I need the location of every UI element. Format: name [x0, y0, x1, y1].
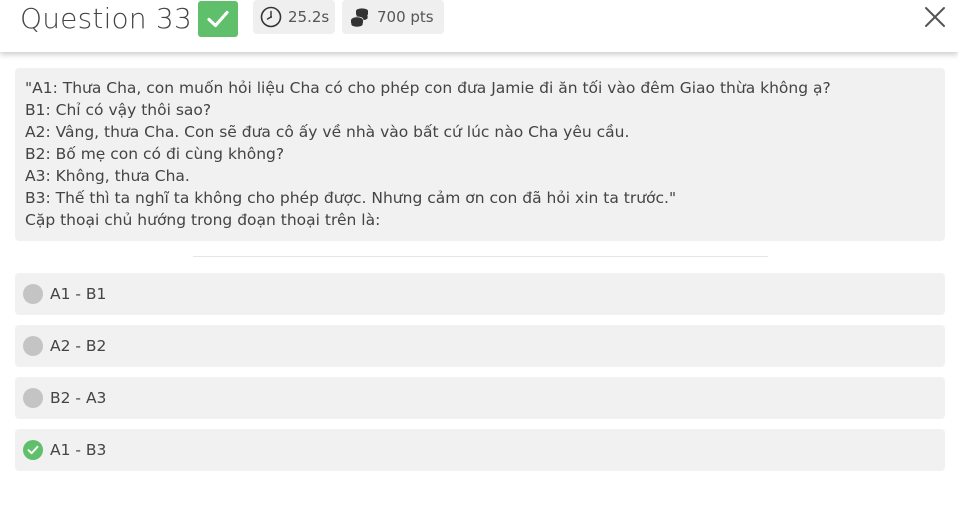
question-header: Question 33 25.2s 700 pts [0, 0, 958, 52]
radio-icon [23, 336, 43, 356]
option-label: A1 - B3 [50, 441, 107, 459]
radio-icon [23, 388, 43, 408]
points-badge: 700 pts [342, 0, 444, 34]
question-line: A3: Không, thưa Cha. [25, 167, 190, 185]
answer-option-1[interactable]: A1 - B1 [15, 273, 945, 315]
question-line: B2: Bố mẹ con có đi cùng không? [25, 145, 285, 163]
page-title: Question 33 [20, 2, 192, 35]
clock-icon [260, 6, 282, 28]
question-line: B1: Chỉ có vậy thôi sao? [25, 101, 212, 119]
timer-value: 25.2s [288, 8, 330, 26]
coins-icon [350, 8, 369, 28]
question-line: B3: Thế thì ta nghĩ ta không cho phép đư… [25, 189, 677, 207]
question-prompt: Cặp thoại chủ hướng trong đoạn thoại trê… [25, 211, 381, 229]
answer-option-2[interactable]: A2 - B2 [15, 325, 945, 367]
points-value: 700 pts [377, 8, 434, 26]
answer-option-4[interactable]: A1 - B3 [15, 429, 945, 471]
check-icon [207, 10, 229, 28]
option-label: B2 - A3 [50, 389, 107, 407]
radio-icon [23, 284, 43, 304]
question-text-box: "A1: Thưa Cha, con muốn hỏi liệu Cha có … [15, 68, 945, 241]
correct-check-icon [23, 440, 43, 460]
timer-badge: 25.2s [253, 0, 335, 34]
close-button[interactable] [922, 4, 948, 30]
option-label: A2 - B2 [50, 337, 107, 355]
question-line: A2: Vâng, thưa Cha. Con sẽ đưa cô ấy về … [25, 123, 630, 141]
option-label: A1 - B1 [50, 285, 107, 303]
divider [193, 256, 768, 257]
close-icon [925, 7, 945, 27]
question-line: "A1: Thưa Cha, con muốn hỏi liệu Cha có … [25, 79, 831, 97]
answer-status-badge [198, 1, 238, 37]
answer-option-3[interactable]: B2 - A3 [15, 377, 945, 419]
